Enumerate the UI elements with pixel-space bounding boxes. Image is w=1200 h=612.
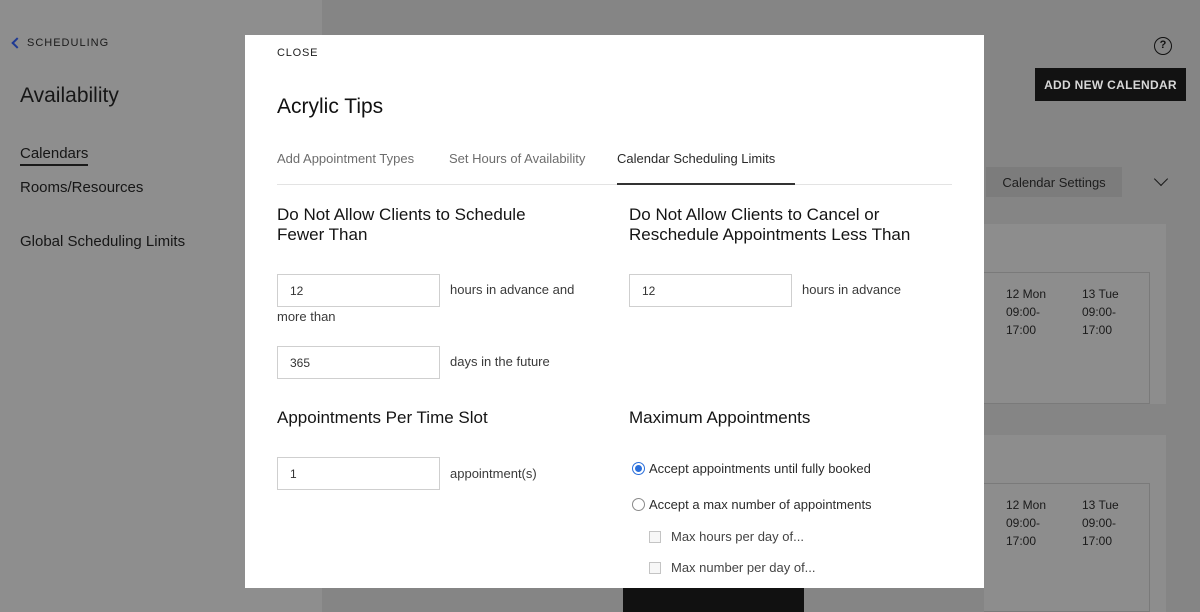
tab-bar: Add Appointment Types Set Hours of Avail…	[277, 151, 952, 185]
day-hours: 09:00- 17:00	[1082, 516, 1117, 548]
per-slot-title: Appointments Per Time Slot	[277, 408, 488, 427]
checkbox-label: Max hours per day of...	[671, 529, 804, 544]
back-link-label: SCHEDULING	[27, 37, 110, 49]
sidebar-title: Availability	[20, 84, 119, 107]
radio-unchecked-icon[interactable]	[632, 498, 645, 511]
min-hours-input[interactable]	[277, 274, 440, 307]
cancel-hours-suffix: hours in advance	[802, 282, 902, 297]
radio-until-fully-booked[interactable]: Accept appointments until fully booked	[632, 461, 871, 476]
day-name: 12 Mon	[1006, 287, 1047, 301]
tab-calendar-scheduling-limits[interactable]: Calendar Scheduling Limits	[617, 151, 775, 166]
checkbox-max-hours-per-day[interactable]: Max hours per day of...	[649, 529, 804, 544]
checkbox-icon[interactable]	[649, 561, 661, 574]
day-name: 13 Tue	[1082, 498, 1119, 512]
checkbox-icon[interactable]	[649, 530, 661, 543]
calendar-settings-modal: CLOSE Acrylic Tips Add Appointment Types…	[245, 35, 984, 588]
chevron-left-icon	[11, 37, 23, 49]
back-to-scheduling-link[interactable]: SCHEDULING	[10, 37, 109, 49]
maximum-appointments-title: Maximum Appointments	[629, 408, 811, 427]
max-days-suffix: days in the future	[450, 354, 550, 369]
radio-max-number[interactable]: Accept a max number of appointments	[632, 497, 872, 512]
cancel-hours-input[interactable]	[629, 274, 792, 307]
modal-title: Acrylic Tips	[277, 95, 384, 118]
per-slot-suffix: appointment(s)	[450, 466, 537, 481]
edit-availability-button[interactable]	[623, 588, 804, 612]
sidebar-item-calendars[interactable]: Calendars	[20, 145, 89, 166]
more-than-label: more than	[277, 309, 336, 324]
tab-set-hours-of-availability[interactable]: Set Hours of Availability	[449, 151, 585, 166]
max-days-input[interactable]	[277, 346, 440, 379]
close-button[interactable]: CLOSE	[277, 47, 318, 59]
radio-label: Accept appointments until fully booked	[649, 461, 871, 476]
sidebar-item-global-scheduling-limits[interactable]: Global Scheduling Limits	[20, 233, 185, 250]
tab-add-appointment-types[interactable]: Add Appointment Types	[277, 151, 414, 166]
day-hours: 09:00- 17:00	[1082, 305, 1117, 337]
add-new-calendar-button[interactable]: ADD NEW CALENDAR	[1035, 68, 1186, 101]
day-hours: 09:00- 17:00	[1006, 305, 1041, 337]
calendar-settings-button[interactable]: Calendar Settings	[986, 167, 1122, 197]
checkbox-max-number-per-day[interactable]: Max number per day of...	[649, 560, 816, 575]
checkbox-label: Max number per day of...	[671, 560, 816, 575]
schedule-limit-title: Do Not Allow Clients to Schedule Fewer T…	[277, 205, 526, 244]
radio-checked-icon[interactable]	[632, 462, 645, 475]
radio-label: Accept a max number of appointments	[649, 497, 872, 512]
per-slot-input[interactable]	[277, 457, 440, 490]
day-hours: 09:00- 17:00	[1006, 516, 1041, 548]
day-name: 13 Tue	[1082, 287, 1119, 301]
help-icon[interactable]: ?	[1154, 37, 1172, 55]
cancel-limit-title: Do Not Allow Clients to Cancel or Resche…	[629, 205, 911, 244]
day-name: 12 Mon	[1006, 498, 1047, 512]
active-tab-indicator	[617, 183, 795, 185]
sidebar-item-rooms-resources[interactable]: Rooms/Resources	[20, 179, 143, 196]
min-hours-suffix: hours in advance and	[450, 282, 575, 297]
